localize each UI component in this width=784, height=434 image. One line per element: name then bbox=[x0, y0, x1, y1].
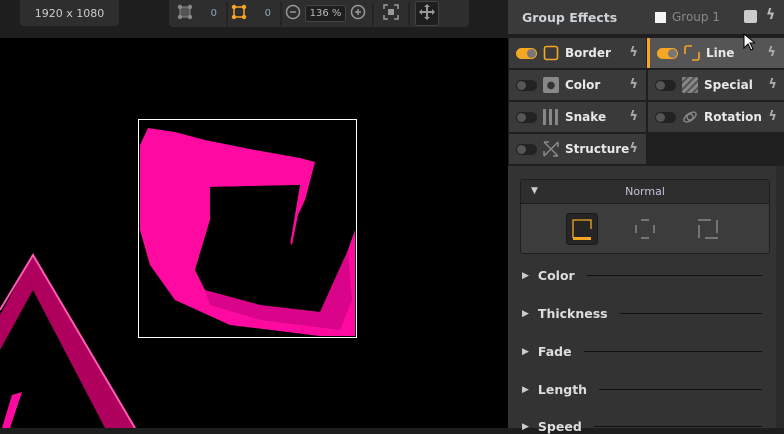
effect-line[interactable]: Line ϟ bbox=[647, 38, 784, 68]
bolt-icon[interactable]: ϟ bbox=[629, 109, 638, 124]
count-b: 0 bbox=[264, 8, 271, 19]
group-name: Group 1 bbox=[672, 10, 720, 24]
mode-value: Normal bbox=[625, 185, 665, 198]
line-settings: ▼ Normal ▶ Color ▶ Thickness ▶ Fade ▶ Length … bbox=[508, 166, 776, 434]
effect-label: Rotation bbox=[704, 110, 762, 124]
section-speed[interactable]: ▶ Speed bbox=[522, 419, 762, 434]
line-toggle[interactable] bbox=[657, 47, 678, 59]
divider bbox=[593, 426, 762, 427]
section-thickness[interactable]: ▶ Thickness bbox=[522, 306, 762, 321]
top-toolbar: 1920 x 1080 0 0 136 % bbox=[0, 0, 508, 38]
bolt-icon[interactable]: ϟ bbox=[767, 45, 776, 60]
pan-tool-icon[interactable] bbox=[415, 1, 439, 26]
expand-icon: ▶ bbox=[522, 346, 529, 357]
divider bbox=[619, 313, 762, 314]
resolution-label: 1920 x 1080 bbox=[20, 0, 119, 26]
effect-label: Structure bbox=[565, 142, 630, 156]
expand-icon: ▶ bbox=[522, 270, 529, 281]
section-color[interactable]: ▶ Color bbox=[522, 268, 762, 283]
section-label: Length bbox=[537, 382, 588, 397]
section-label: Speed bbox=[537, 419, 582, 434]
effect-label: Color bbox=[565, 78, 601, 92]
group-effects-panel: Group Effects Group 1 ϟ Border ϟ Line ϟ ● C… bbox=[508, 0, 784, 434]
color-toggle[interactable] bbox=[516, 79, 537, 91]
border-toggle[interactable] bbox=[516, 47, 537, 59]
effect-label: Special bbox=[704, 78, 753, 92]
canvas-tools: 0 0 136 % bbox=[169, 0, 469, 27]
zoom-in-icon[interactable] bbox=[350, 4, 366, 23]
canvas-artwork bbox=[0, 119, 357, 429]
selection-bounds-icon[interactable] bbox=[231, 4, 247, 23]
section-label: Color bbox=[537, 268, 575, 283]
count-a: 0 bbox=[210, 8, 217, 19]
effect-label: Border bbox=[565, 46, 611, 60]
snake-toggle[interactable] bbox=[516, 111, 537, 123]
bolt-icon[interactable]: ϟ bbox=[766, 7, 775, 23]
effect-structure[interactable]: Structure ϟ bbox=[509, 134, 646, 164]
random-dice-icon[interactable] bbox=[744, 10, 757, 23]
fit-screen-icon[interactable] bbox=[383, 4, 399, 23]
bolt-icon[interactable]: ϟ bbox=[629, 141, 638, 156]
border-icon bbox=[543, 45, 559, 61]
section-fade[interactable]: ▶ Fade bbox=[522, 344, 762, 359]
bolt-icon[interactable]: ϟ bbox=[768, 77, 777, 92]
dropdown-arrow-icon: ▼ bbox=[531, 186, 538, 196]
effect-rotation[interactable]: Rotation ϟ bbox=[648, 102, 784, 132]
line-mode-corner[interactable] bbox=[566, 213, 599, 245]
structure-icon bbox=[543, 141, 559, 157]
bounds-icon[interactable] bbox=[177, 4, 193, 23]
rotation-toggle[interactable] bbox=[655, 111, 676, 123]
bolt-icon[interactable]: ϟ bbox=[629, 45, 638, 60]
effect-special[interactable]: Special ϟ bbox=[648, 70, 784, 100]
effect-snake[interactable]: Snake ϟ bbox=[509, 102, 646, 132]
expand-icon: ▶ bbox=[522, 308, 529, 319]
group-color-swatch bbox=[655, 11, 666, 23]
droplet-icon: ● bbox=[543, 77, 559, 93]
rotation-orbit-icon bbox=[682, 109, 698, 125]
canvas[interactable] bbox=[0, 38, 508, 429]
effect-color[interactable]: ● Color ϟ bbox=[509, 70, 646, 100]
mouse-cursor-icon bbox=[743, 32, 757, 55]
zoom-out-icon[interactable] bbox=[285, 4, 301, 23]
divider bbox=[583, 351, 762, 352]
section-label: Fade bbox=[537, 344, 572, 359]
snake-bars-icon bbox=[543, 109, 559, 125]
divider bbox=[599, 389, 762, 390]
bolt-icon[interactable]: ϟ bbox=[629, 77, 638, 92]
bolt-icon[interactable]: ϟ bbox=[768, 109, 777, 124]
group-selector[interactable]: Group 1 bbox=[655, 10, 720, 24]
divider bbox=[586, 275, 762, 276]
special-toggle[interactable] bbox=[655, 79, 676, 91]
expand-icon: ▶ bbox=[522, 384, 529, 395]
mode-select[interactable]: ▼ Normal bbox=[521, 180, 769, 204]
effect-border[interactable]: Border ϟ bbox=[509, 38, 646, 68]
mode-dropdown: ▼ Normal bbox=[520, 179, 770, 254]
effect-label: Snake bbox=[565, 110, 607, 124]
line-icon bbox=[684, 45, 700, 61]
panel-title: Group Effects bbox=[522, 9, 618, 25]
effect-label: Line bbox=[706, 46, 735, 60]
scrollbar[interactable] bbox=[776, 166, 784, 428]
section-label: Thickness bbox=[537, 306, 608, 321]
line-mode-offset[interactable] bbox=[692, 213, 724, 245]
expand-icon: ▶ bbox=[522, 421, 529, 432]
section-length[interactable]: ▶ Length bbox=[522, 382, 762, 397]
structure-toggle[interactable] bbox=[516, 143, 537, 155]
zoom-level-field[interactable]: 136 % bbox=[305, 5, 346, 22]
special-stripes-icon bbox=[682, 77, 698, 93]
line-mode-center[interactable] bbox=[629, 213, 661, 245]
